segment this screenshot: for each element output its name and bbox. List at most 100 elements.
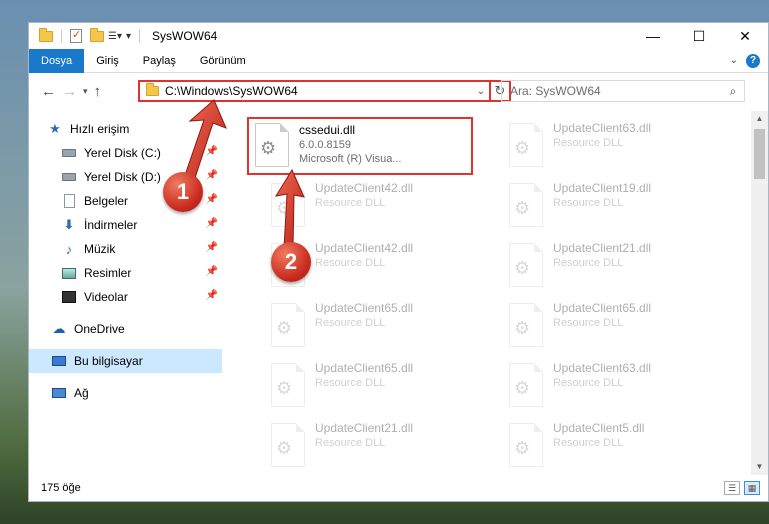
file-tile[interactable]: ⚙ UpdateClient19.dll Resource DLL — [487, 177, 717, 235]
address-path[interactable]: C:\Windows\SysWOW64 — [165, 84, 473, 98]
maximize-button[interactable]: ☐ — [676, 23, 722, 49]
tab-gorunum[interactable]: Görünüm — [188, 49, 258, 73]
dll-file-icon: ⚙ — [271, 423, 305, 467]
nav-item-downloads[interactable]: ⬇ İndirmeler 📌 — [29, 213, 222, 237]
nav-item-pictures[interactable]: Resimler 📌 — [29, 261, 222, 285]
file-name: UpdateClient5.dll — [553, 421, 645, 435]
pin-icon[interactable]: 📌 — [206, 194, 218, 205]
file-type: Resource DLL — [315, 197, 386, 209]
dll-file-icon: ⚙ — [271, 363, 305, 407]
dll-file-icon: ⚙ — [509, 243, 543, 287]
customize-icon[interactable]: ☰▾ — [108, 31, 122, 42]
network-icon — [52, 388, 66, 398]
file-list: ⚙ cssedui.dll 6.0.0.8159 Microsoft (R) V… — [229, 111, 739, 475]
file-type: Resource DLL — [315, 317, 386, 329]
file-type: Resource DLL — [315, 437, 386, 449]
nav-quick-access[interactable]: ★ Hızlı erişim — [29, 117, 222, 141]
dll-file-icon: ⚙ — [271, 303, 305, 347]
qa-dropdown-icon[interactable]: ▾ — [126, 31, 131, 42]
scroll-thumb[interactable] — [754, 129, 765, 179]
file-version: 6.0.0.8159 — [299, 139, 351, 151]
file-type: Resource DLL — [315, 377, 386, 389]
minimize-button[interactable]: — — [630, 23, 676, 49]
search-icon[interactable]: ⌕ — [722, 84, 744, 99]
film-icon — [62, 291, 76, 303]
drive-icon — [62, 149, 76, 157]
music-note-icon: ♪ — [65, 241, 73, 257]
search-box[interactable]: Ara: SysWOW64 ⌕ — [501, 80, 745, 102]
scroll-up-icon[interactable]: ▲ — [751, 111, 768, 127]
file-tile[interactable]: ⚙ UpdateClient65.dll Resource DLL — [249, 357, 479, 415]
star-icon: ★ — [49, 121, 61, 136]
scroll-down-icon[interactable]: ▼ — [751, 459, 768, 475]
up-arrow-icon[interactable]: ↑ — [94, 83, 102, 100]
folder-icon — [39, 27, 53, 42]
nav-this-pc[interactable]: Bu bilgisayar — [29, 349, 222, 373]
pin-icon[interactable]: 📌 — [206, 242, 218, 253]
nav-item-videos[interactable]: Videolar 📌 — [29, 285, 222, 309]
computer-icon — [52, 356, 66, 366]
tab-dosya[interactable]: Dosya — [29, 48, 85, 73]
new-folder-icon[interactable] — [90, 27, 104, 42]
recent-locations-icon[interactable]: ▾ — [83, 86, 88, 97]
gear-icon: ⚙ — [276, 378, 293, 398]
file-type: Resource DLL — [553, 197, 624, 209]
pin-icon[interactable]: 📌 — [206, 266, 218, 277]
ribbon-expand-icon[interactable]: ⌄ — [730, 55, 738, 66]
gear-icon: ⚙ — [514, 438, 531, 458]
close-button[interactable]: ✕ — [722, 23, 768, 49]
file-name: UpdateClient63.dll — [553, 121, 652, 135]
nav-onedrive[interactable]: ☁ OneDrive — [29, 317, 222, 341]
pin-icon[interactable]: 📌 — [206, 290, 218, 301]
file-name: UpdateClient65.dll — [315, 361, 414, 375]
details-view-icon[interactable]: ☰ — [724, 481, 740, 495]
search-input[interactable]: Ara: SysWOW64 — [510, 84, 722, 98]
file-tile[interactable]: ⚙ UpdateClient63.dll Resource DLL — [487, 357, 717, 415]
nav-network[interactable]: Ağ — [29, 381, 222, 405]
navigation-pane: ★ Hızlı erişim Yerel Disk (C:) 📌 Yerel D… — [29, 111, 222, 475]
file-tile[interactable]: ⚙ UpdateClient65.dll Resource DLL — [487, 297, 717, 355]
callout-2: 2 — [271, 242, 311, 282]
file-tile[interactable]: ⚙ UpdateClient42.dll Resource DLL — [249, 177, 479, 235]
file-name: UpdateClient19.dll — [553, 181, 652, 195]
gear-icon: ⚙ — [276, 198, 293, 218]
file-name: UpdateClient42.dll — [315, 241, 414, 255]
view-switcher: ☰ ▦ — [724, 481, 760, 495]
tab-paylas[interactable]: Paylaş — [131, 49, 188, 73]
status-bar: 175 öğe ☰ ▦ — [29, 475, 768, 501]
gear-icon: ⚙ — [514, 378, 531, 398]
download-arrow-icon: ⬇ — [63, 217, 75, 232]
file-tile[interactable]: ⚙ UpdateClient21.dll Resource DLL — [249, 417, 479, 475]
gear-icon: ⚙ — [260, 138, 277, 158]
back-arrow-icon[interactable]: ← — [41, 83, 56, 100]
help-icon[interactable]: ? — [746, 54, 760, 68]
properties-icon[interactable] — [70, 28, 82, 43]
address-row: ← → ▾ ↑ C:\Windows\SysWOW64 ⌄ ↻ Ara: Sys… — [29, 73, 768, 109]
file-tile-cssedui[interactable]: ⚙ cssedui.dll 6.0.0.8159 Microsoft (R) V… — [247, 117, 473, 175]
file-name: UpdateClient65.dll — [553, 301, 652, 315]
address-folder-icon — [146, 83, 159, 96]
pin-icon[interactable]: 📌 — [206, 218, 218, 229]
file-type: Resource DLL — [553, 377, 624, 389]
nav-item-disk-c[interactable]: Yerel Disk (C:) 📌 — [29, 141, 222, 165]
dll-file-icon: ⚙ — [271, 183, 305, 227]
pin-icon[interactable]: 📌 — [206, 146, 218, 157]
pin-icon[interactable]: 📌 — [206, 170, 218, 181]
file-type: Resource DLL — [553, 257, 624, 269]
dll-file-icon: ⚙ — [509, 423, 543, 467]
item-count: 175 öğe — [41, 482, 81, 494]
tiles-view-icon[interactable]: ▦ — [744, 481, 760, 495]
forward-arrow-icon[interactable]: → — [62, 83, 77, 100]
tab-giris[interactable]: Giriş — [84, 49, 131, 73]
dll-file-icon: ⚙ — [255, 123, 289, 167]
file-tile[interactable]: ⚙ UpdateClient65.dll Resource DLL — [249, 297, 479, 355]
address-dropdown-icon[interactable]: ⌄ — [473, 86, 489, 97]
file-tile[interactable]: ⚙ UpdateClient63.dll Resource DLL — [487, 117, 717, 175]
vertical-scrollbar[interactable]: ▲ ▼ — [751, 111, 768, 475]
file-name: UpdateClient42.dll — [315, 181, 414, 195]
file-tile[interactable]: ⚙ UpdateClient21.dll Resource DLL — [487, 237, 717, 295]
file-tile[interactable]: ⚙ UpdateClient5.dll Resource DLL — [487, 417, 717, 475]
nav-item-music[interactable]: ♪ Müzik 📌 — [29, 237, 222, 261]
gear-icon: ⚙ — [276, 438, 293, 458]
address-bar[interactable]: C:\Windows\SysWOW64 ⌄ — [138, 80, 491, 102]
